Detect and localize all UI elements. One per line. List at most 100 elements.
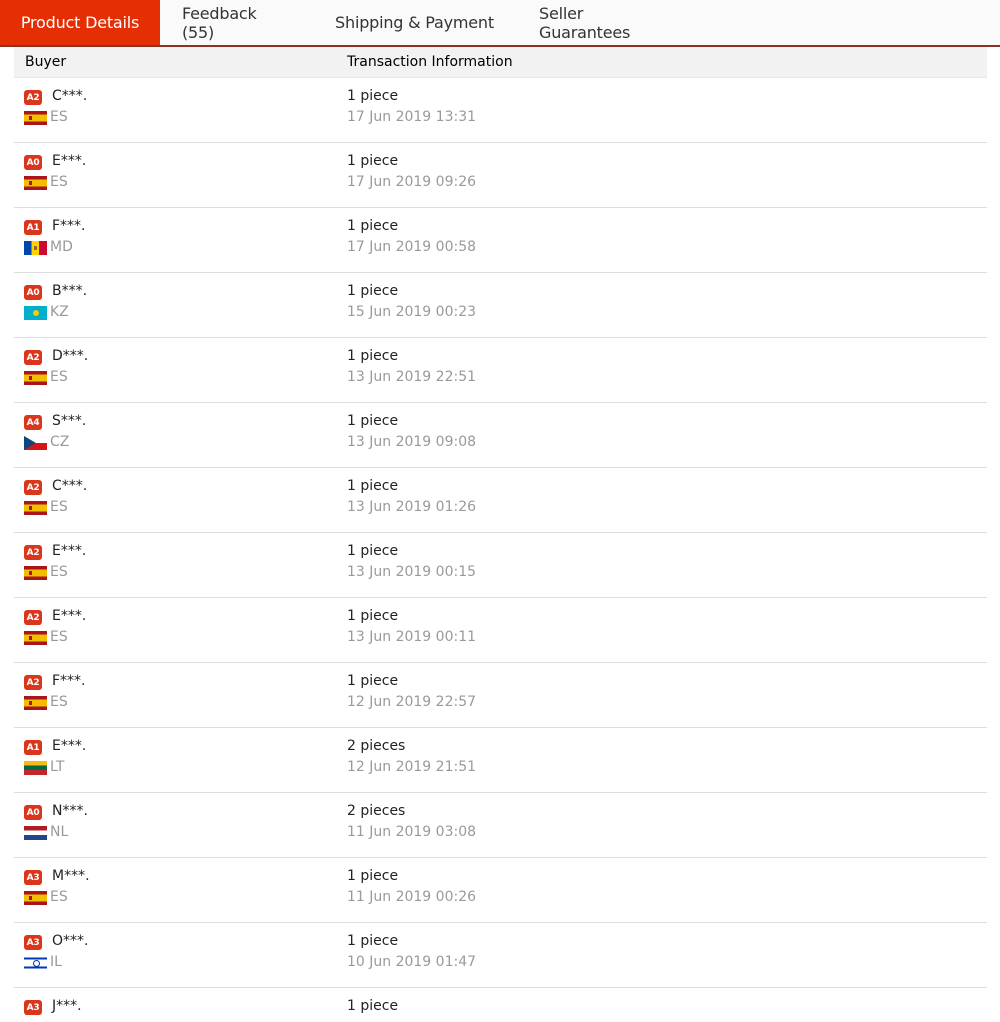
buyer-level-badge: A2 [24,675,42,690]
transaction-date: 17 Jun 2019 00:58 [347,239,477,255]
buyer-country: KZ [50,304,69,320]
buyer-country: ES [50,109,68,125]
buyer-cell: A2 E***. ES [14,598,347,662]
buyer-level-badge: A3 [24,870,42,885]
buyer-name: M***. [52,868,90,884]
quantity: 1 piece [347,218,399,234]
buyer-country: ES [50,564,68,580]
buyer-level-badge: A2 [24,350,42,365]
flag-es-icon [24,566,47,580]
flag-es-icon [24,631,47,645]
buyer-name: O***. [52,933,89,949]
quantity: 1 piece [347,348,399,364]
table-row: A2 E***. ES 1 piece 13 Jun 2019 00:11 [14,598,987,663]
transaction-date: 17 Jun 2019 13:31 [347,109,477,125]
flag-nl-icon [24,826,47,840]
transaction-info-cell: 1 piece 12 Jun 2019 22:57 [347,663,987,727]
table-row: A1 F***. MD 1 piece 17 Jun 2019 00:58 [14,208,987,273]
flag-es-icon [24,176,47,190]
flag-es-icon [24,696,47,710]
buyer-country: ES [50,174,68,190]
table-row: A3 J***. 1 piece [14,988,987,1022]
table-row: A2 F***. ES 1 piece 12 Jun 2019 22:57 [14,663,987,728]
buyer-level-badge: A0 [24,155,42,170]
transaction-info-cell: 1 piece 17 Jun 2019 13:31 [347,78,987,142]
transaction-info-cell: 1 piece 13 Jun 2019 00:11 [347,598,987,662]
buyer-level-badge: A2 [24,90,42,105]
transaction-info-cell: 1 piece 13 Jun 2019 22:51 [347,338,987,402]
quantity: 2 pieces [347,738,406,754]
flag-il-icon [24,956,47,970]
table-row: A4 S***. CZ 1 piece 13 Jun 2019 09:08 [14,403,987,468]
tab-feedback[interactable]: Feedback (55) [160,0,312,45]
buyer-name: B***. [52,283,88,299]
quantity: 1 piece [347,673,399,689]
buyer-level-badge: A0 [24,805,42,820]
tab-product-details[interactable]: Product Details [0,0,160,45]
flag-es-icon [24,891,47,905]
buyer-country: IL [50,954,62,970]
buyer-level-badge: A1 [24,220,42,235]
buyer-name: D***. [52,348,89,364]
transaction-date: 11 Jun 2019 00:26 [347,889,477,905]
quantity: 1 piece [347,478,399,494]
quantity: 1 piece [347,153,399,169]
transaction-date: 10 Jun 2019 01:47 [347,954,477,970]
flag-lt-icon [24,761,47,775]
buyer-country: ES [50,694,68,710]
buyer-level-badge: A0 [24,285,42,300]
buyer-cell: A3 M***. ES [14,858,347,922]
buyer-name: E***. [52,738,87,754]
quantity: 1 piece [347,608,399,624]
transaction-date: 13 Jun 2019 01:26 [347,499,477,515]
table-row: A0 N***. NL 2 pieces 11 Jun 2019 03:08 [14,793,987,858]
buyer-country: ES [50,369,68,385]
transaction-info-cell: 1 piece 17 Jun 2019 00:58 [347,208,987,272]
buyer-cell: A2 C***. ES [14,78,347,142]
quantity: 1 piece [347,88,399,104]
quantity: 1 piece [347,998,399,1014]
transaction-info-cell: 1 piece 13 Jun 2019 01:26 [347,468,987,532]
quantity: 1 piece [347,933,399,949]
transaction-info-cell: 1 piece 13 Jun 2019 00:15 [347,533,987,597]
table-header: Buyer Transaction Information [14,47,987,78]
transaction-date: 11 Jun 2019 03:08 [347,824,477,840]
buyer-level-badge: A1 [24,740,42,755]
flag-cz-icon [24,436,47,450]
buyer-country: MD [50,239,73,255]
transaction-info-cell: 1 piece 10 Jun 2019 01:47 [347,923,987,987]
transaction-info-cell: 1 piece 17 Jun 2019 09:26 [347,143,987,207]
buyer-level-badge: A2 [24,610,42,625]
tab-shipping-payment[interactable]: Shipping & Payment [312,0,517,45]
buyer-name: F***. [52,218,86,234]
buyer-cell: A1 E***. LT [14,728,347,792]
buyer-level-badge: A3 [24,1000,42,1015]
transaction-info-cell: 2 pieces 12 Jun 2019 21:51 [347,728,987,792]
flag-es-icon [24,371,47,385]
transaction-info-cell: 2 pieces 11 Jun 2019 03:08 [347,793,987,857]
buyer-name: C***. [52,88,88,104]
buyer-country: ES [50,889,68,905]
transaction-date: 13 Jun 2019 09:08 [347,434,477,450]
tab-seller-guarantees[interactable]: Seller Guarantees [517,0,685,45]
header-buyer: Buyer [25,54,67,70]
transaction-info-cell: 1 piece [347,988,987,1022]
buyer-cell: A2 E***. ES [14,533,347,597]
quantity: 2 pieces [347,803,406,819]
buyer-cell: A3 J***. [14,988,347,1022]
transaction-date: 15 Jun 2019 00:23 [347,304,477,320]
buyer-cell: A3 O***. IL [14,923,347,987]
buyer-level-badge: A4 [24,415,42,430]
table-row: A2 C***. ES 1 piece 17 Jun 2019 13:31 [14,78,987,143]
buyer-name: E***. [52,153,87,169]
transaction-date: 17 Jun 2019 09:26 [347,174,477,190]
flag-es-icon [24,111,47,125]
table-row: A1 E***. LT 2 pieces 12 Jun 2019 21:51 [14,728,987,793]
buyer-level-badge: A3 [24,935,42,950]
buyer-cell: A2 F***. ES [14,663,347,727]
transaction-date: 13 Jun 2019 00:11 [347,629,477,645]
quantity: 1 piece [347,868,399,884]
buyer-country: ES [50,499,68,515]
quantity: 1 piece [347,543,399,559]
buyer-name: E***. [52,543,87,559]
